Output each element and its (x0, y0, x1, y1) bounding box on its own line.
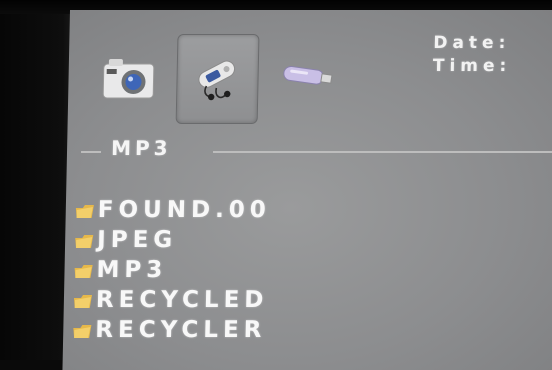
usb-drive-icon (283, 65, 333, 85)
device-screen: Date: Time: MP3 FOUND.00 JPEG MP3 RECYCL… (62, 10, 552, 370)
date-time-readout: Date: Time: (433, 32, 512, 78)
folder-name: RECYCLED (95, 287, 269, 313)
mp3-mode-button[interactable] (175, 34, 260, 124)
header-divider-left (81, 151, 102, 153)
header-divider-right (213, 151, 552, 153)
time-label: Time: (432, 56, 512, 76)
folder-list: FOUND.00 JPEG MP3 RECYCLED RECYCLER (71, 195, 271, 345)
camera-mode-button[interactable] (94, 48, 165, 110)
folder-name: MP3 (96, 257, 168, 283)
mp3-player-icon (198, 60, 236, 101)
folder-item-mp3[interactable]: MP3 (72, 255, 270, 285)
folder-name: RECYCLER (95, 317, 267, 343)
folder-name: JPEG (96, 227, 178, 253)
section-title: MP3 (110, 136, 172, 160)
date-label: Date: (433, 33, 511, 53)
section-header: MP3 (81, 136, 552, 166)
folder-item-jpeg[interactable]: JPEG (73, 225, 271, 255)
folder-item-recycled[interactable]: RECYCLED (72, 285, 270, 315)
folder-icon (74, 265, 93, 278)
camera-icon (102, 59, 155, 99)
folder-item-found[interactable]: FOUND.00 (73, 195, 271, 225)
folder-icon (75, 235, 94, 248)
folder-icon (73, 325, 92, 338)
folder-icon (75, 205, 94, 218)
folder-name: FOUND.00 (97, 197, 272, 223)
folder-icon (73, 295, 93, 308)
folder-item-recycler[interactable]: RECYCLER (71, 315, 269, 345)
usb-mode-button[interactable] (273, 56, 344, 96)
